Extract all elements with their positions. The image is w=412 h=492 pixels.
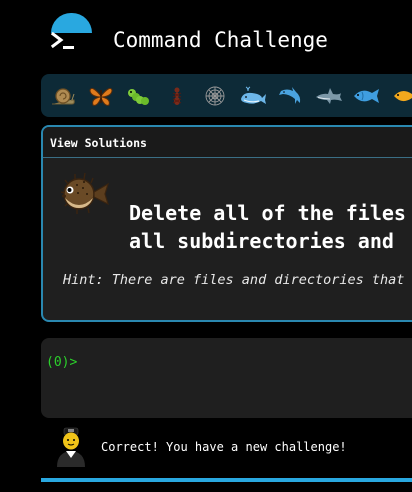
snail-icon <box>52 87 75 104</box>
level-fish[interactable] <box>348 74 386 117</box>
header-accent-arc <box>51 13 92 33</box>
sailor-avatar-icon <box>55 425 87 467</box>
level-snail[interactable] <box>44 74 82 117</box>
ant-icon <box>172 87 182 105</box>
butterfly-icon <box>89 87 113 106</box>
progress-bar <box>41 478 412 482</box>
status-message: Correct! You have a new challenge! <box>101 440 347 454</box>
level-shark[interactable] <box>310 74 348 117</box>
terminal-icon[interactable] <box>51 31 76 51</box>
spider-web-icon <box>205 86 225 105</box>
challenge-line-1: Delete all of the files <box>129 201 406 225</box>
card-header: View Solutions <box>43 127 412 158</box>
app-title: Command Challenge <box>113 28 328 52</box>
fish-icon <box>354 88 379 103</box>
level-caterpillar[interactable] <box>120 74 158 117</box>
challenge-line-2: all subdirectories and <box>129 229 394 253</box>
challenge-text: Delete all of the files all subdirectori… <box>129 199 412 255</box>
level-butterfly[interactable] <box>82 74 120 117</box>
terminal-prompt: (0)> <box>46 355 78 370</box>
caterpillar-icon <box>128 88 149 105</box>
level-selector <box>41 74 412 117</box>
level-tropical-fish[interactable] <box>386 74 412 117</box>
whale-icon <box>241 86 266 104</box>
dolphin-icon <box>279 86 301 104</box>
progress-fill <box>41 478 412 482</box>
level-spider-web[interactable] <box>196 74 234 117</box>
pufferfish-icon <box>53 170 113 218</box>
view-solutions-link[interactable]: View Solutions <box>50 136 147 150</box>
level-whale[interactable] <box>234 74 272 117</box>
level-ant[interactable] <box>158 74 196 117</box>
level-dolphin[interactable] <box>272 74 310 117</box>
terminal-input-area[interactable]: (0)> <box>41 338 412 418</box>
tropical-fish-icon <box>394 90 412 101</box>
shark-icon <box>316 87 342 104</box>
challenge-card: View Solutions Delete all of the files a… <box>41 125 412 322</box>
hint-text: Hint: There are files and directories th… <box>63 272 405 288</box>
